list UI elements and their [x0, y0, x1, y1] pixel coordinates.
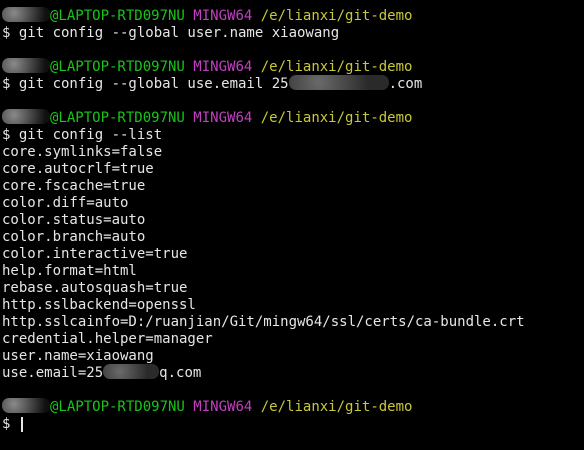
prompt-userhost: @LAPTOP-RTD097NU [50, 110, 185, 126]
command-text: $ git config --global use.email 25 [2, 76, 289, 92]
prompt-path: /e/lianxi/git-demo [260, 8, 413, 24]
command-text-tail: .com [388, 76, 423, 92]
output-line: color.status=auto [2, 212, 146, 228]
output-text-tail: q.com [159, 365, 202, 381]
prompt-path: /e/lianxi/git-demo [260, 59, 413, 75]
output-line: core.autocrlf=true [2, 161, 154, 177]
output-line: color.interactive=true [2, 246, 188, 262]
prompt-userhost: @LAPTOP-RTD097NU [50, 59, 185, 75]
prompt-path: /e/lianxi/git-demo [260, 110, 413, 126]
avatar-redaction [2, 6, 50, 22]
prompt-line: @LAPTOP-RTD097NU MINGW64 /e/lianxi/git-d… [2, 57, 584, 76]
output-line: use.email=25 q.com [2, 363, 584, 382]
output-line: user.name=xiaowang [2, 348, 154, 364]
output-line: color.branch=auto [2, 229, 146, 245]
input-line[interactable]: $ [2, 416, 584, 433]
prompt-shell: MINGW64 [193, 8, 253, 24]
command-line: $ git config --list [2, 127, 163, 143]
avatar-redaction [2, 108, 50, 124]
output-text: use.email=25 [2, 365, 104, 381]
prompt-path: /e/lianxi/git-demo [260, 399, 413, 415]
output-line: color.diff=auto [2, 195, 129, 211]
output-line: core.fscache=true [2, 178, 146, 194]
avatar-redaction [2, 397, 50, 413]
output-line: help.format=html [2, 263, 137, 279]
terminal-window[interactable]: @LAPTOP-RTD097NU MINGW64 /e/lianxi/git-d… [2, 6, 584, 433]
output-line: http.sslcainfo=D:/ruanjian/Git/mingw64/s… [2, 314, 525, 330]
output-line: credential.helper=manager [2, 331, 213, 347]
text-cursor [20, 416, 23, 432]
command-line: $ git config --global user.name xiaowang [2, 25, 340, 41]
prompt-shell: MINGW64 [193, 110, 253, 126]
output-line: rebase.autosquash=true [2, 280, 188, 296]
email-redaction [288, 74, 389, 90]
email-redaction [103, 363, 160, 379]
prompt-line: @LAPTOP-RTD097NU MINGW64 /e/lianxi/git-d… [2, 108, 584, 127]
prompt-line: @LAPTOP-RTD097NU MINGW64 /e/lianxi/git-d… [2, 6, 584, 25]
prompt-line: @LAPTOP-RTD097NU MINGW64 /e/lianxi/git-d… [2, 397, 584, 416]
avatar-redaction [2, 57, 50, 73]
output-line: core.symlinks=false [2, 144, 163, 160]
input-prompt-symbol: $ [2, 416, 19, 432]
prompt-shell: MINGW64 [193, 399, 253, 415]
output-line: http.sslbackend=openssl [2, 297, 196, 313]
command-line: $ git config --global use.email 25 .com [2, 74, 584, 93]
prompt-userhost: @LAPTOP-RTD097NU [50, 8, 185, 24]
prompt-userhost: @LAPTOP-RTD097NU [50, 399, 185, 415]
prompt-shell: MINGW64 [193, 59, 253, 75]
